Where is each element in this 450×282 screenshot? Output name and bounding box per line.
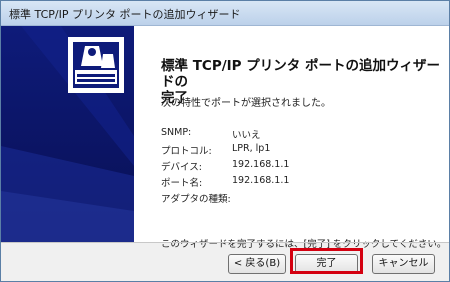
property-label: ポート名: xyxy=(161,178,203,189)
property-value: 192.168.1.1 xyxy=(232,159,290,170)
property-row: デバイス: 192.168.1.1 xyxy=(161,159,289,173)
property-row: プロトコル: LPR, lp1 xyxy=(161,143,270,157)
property-value: いいえ xyxy=(232,130,261,141)
property-value: 192.168.1.1 xyxy=(232,175,290,186)
window-title: 標準 TCP/IP プリンタ ポートの追加ウィザード xyxy=(9,8,241,21)
page-subtitle: 次の特性でポートが選択されました。 xyxy=(161,98,331,109)
cancel-button[interactable]: キャンセル xyxy=(372,254,435,274)
property-row: アダプタの種類: xyxy=(161,191,231,205)
back-button[interactable]: < 戻る(B) xyxy=(228,254,286,274)
property-label: デバイス: xyxy=(161,162,202,173)
page-title-line1: 標準 TCP/IP プリンタ ポートの追加ウィザードの xyxy=(161,58,440,90)
property-value: LPR, lp1 xyxy=(232,143,271,154)
printer-wizard-icon xyxy=(68,37,124,93)
footer-divider xyxy=(1,242,449,243)
property-row: ポート名: 192.168.1.1 xyxy=(161,175,289,189)
property-label: SNMP: xyxy=(161,127,192,138)
title-bar[interactable]: 標準 TCP/IP プリンタ ポートの追加ウィザード xyxy=(1,1,449,26)
wizard-content: 標準 TCP/IP プリンタ ポートの追加ウィザードの 完了 次の特性でポートが… xyxy=(1,26,449,250)
finish-button-highlight xyxy=(290,248,363,274)
wizard-banner xyxy=(1,26,134,242)
property-label: プロトコル: xyxy=(161,146,212,157)
property-label: アダプタの種類: xyxy=(161,194,231,205)
property-row: SNMP: いいえ xyxy=(161,127,261,141)
wizard-window: 標準 TCP/IP プリンタ ポートの追加ウィザード 標準 TCP/IP プリン… xyxy=(0,0,450,282)
